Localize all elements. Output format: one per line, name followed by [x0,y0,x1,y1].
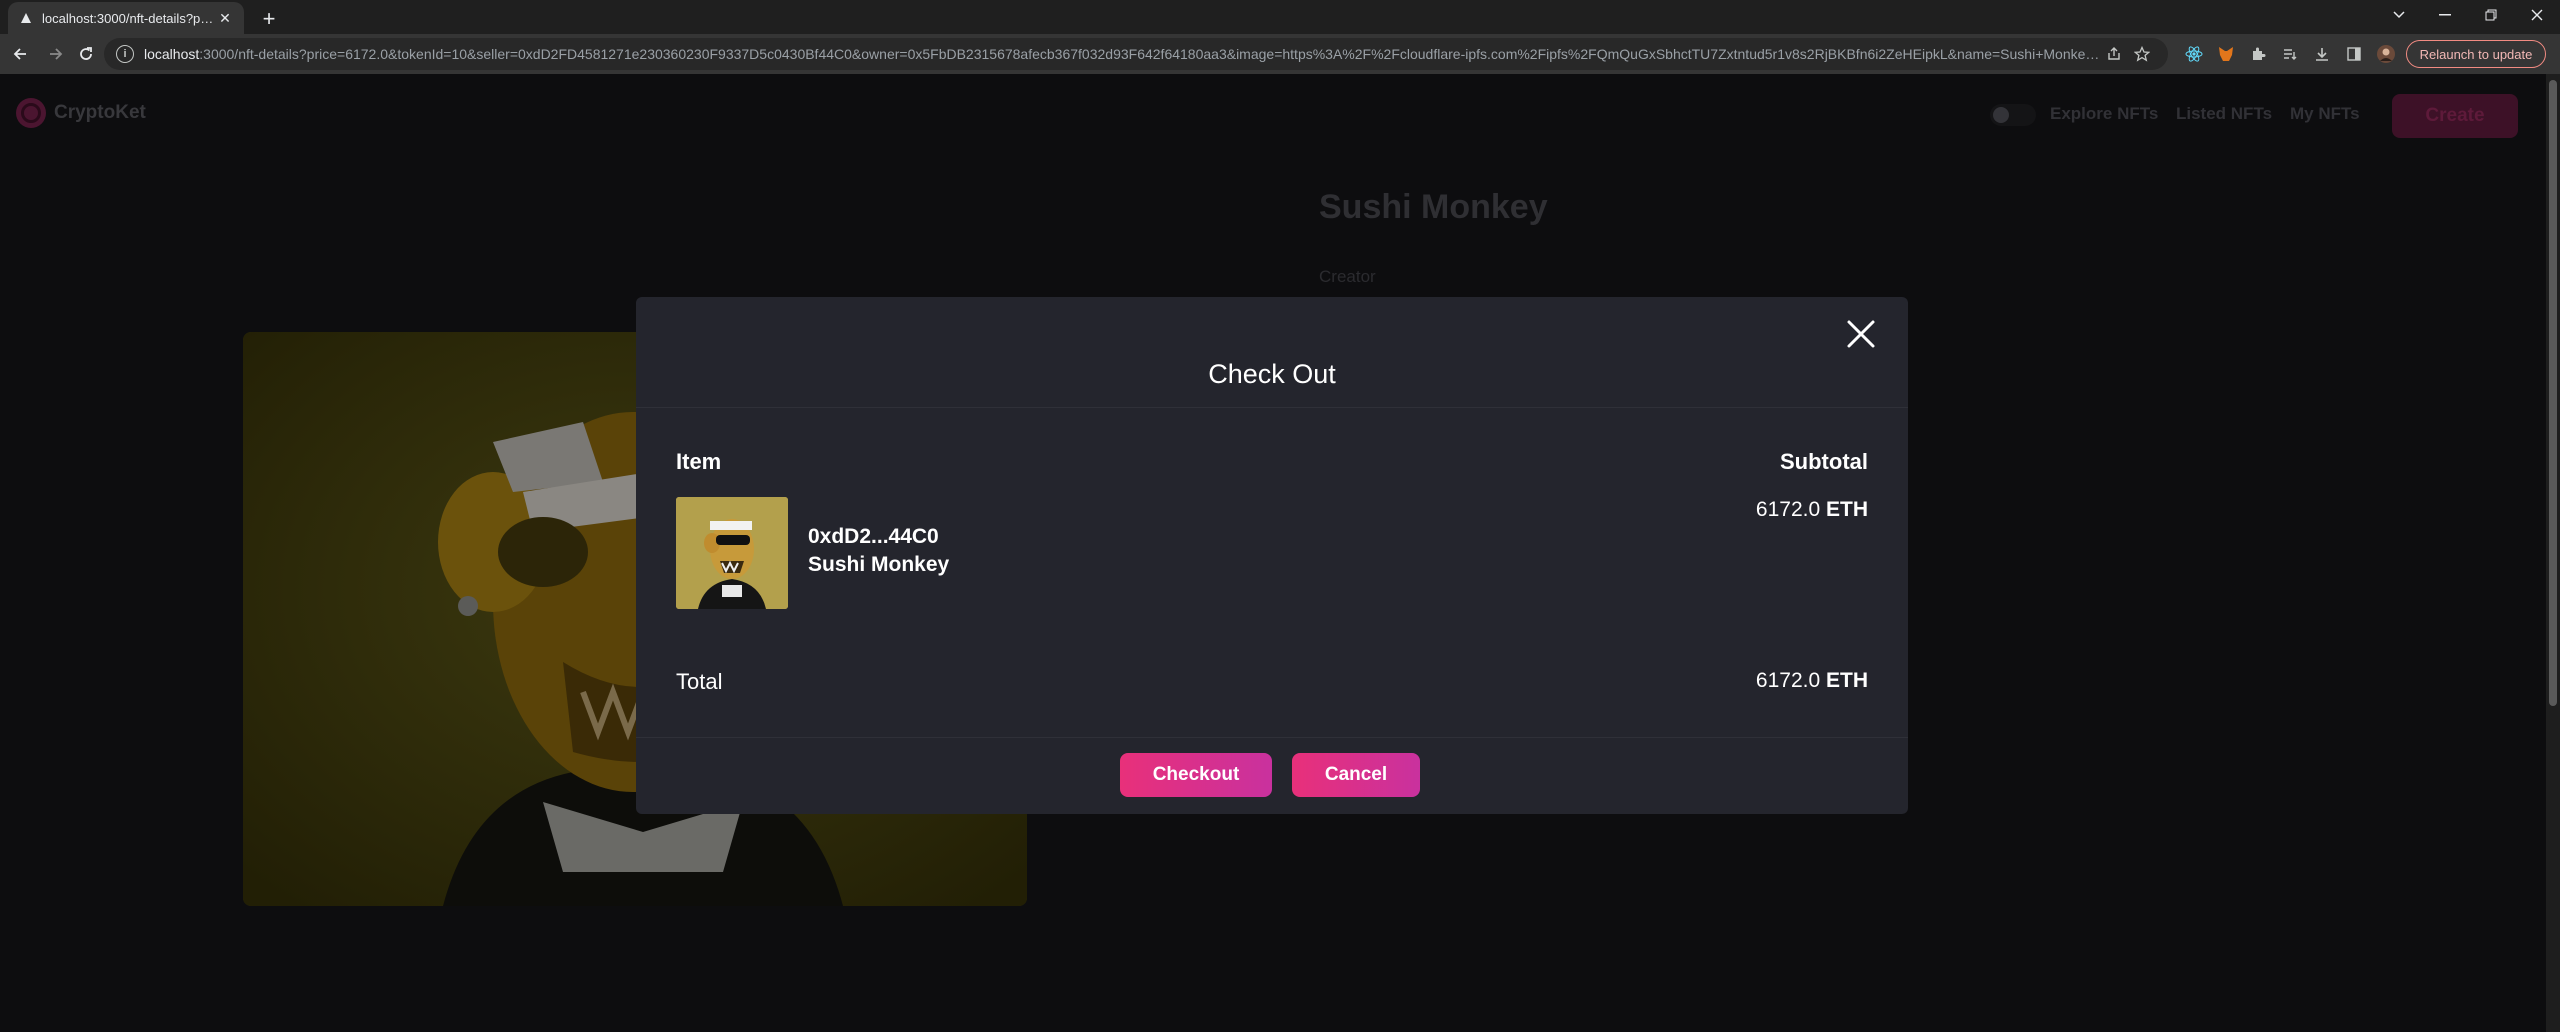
extensions-puzzle-icon[interactable] [2244,40,2272,68]
logo-text: CryptoKet [54,102,146,123]
metamask-icon[interactable] [2212,40,2240,68]
modal-title: Check Out [1208,359,1336,389]
site-logo[interactable]: CryptoKet [16,98,146,128]
browser-tab[interactable]: localhost:3000/nft-details?price= ✕ [8,2,244,34]
checkout-modal: Check Out Item Subtotal 0xdD2...44C0 Sus… [636,297,1908,814]
favicon-icon [18,10,34,26]
total-label: Total [676,669,723,694]
scrollbar-thumb[interactable] [2549,80,2557,706]
creator-label: Creator [1319,267,1376,286]
item-column-header: Item [676,449,722,474]
forward-icon[interactable] [42,40,70,68]
browser-toolbar: i localhost:3000/nft-details?price=6172.… [0,34,2560,74]
footer-divider [636,737,1908,738]
reload-icon[interactable] [72,40,100,68]
new-tab-icon[interactable]: + [256,6,282,32]
bookmark-star-icon[interactable] [2128,40,2156,68]
subtotal-price: 6172.0 ETH [1756,498,1868,522]
close-window-icon[interactable] [2514,0,2560,30]
total-currency: ETH [1826,669,1868,692]
theme-toggle[interactable] [1990,104,2036,126]
downloads-icon[interactable] [2308,40,2336,68]
item-name: Sushi Monkey [808,553,950,576]
logo-icon [16,98,46,128]
site-info-icon[interactable]: i [116,45,134,63]
checkout-button[interactable]: Checkout [1120,753,1272,797]
cancel-button[interactable]: Cancel [1292,753,1420,797]
nav-listed-nfts[interactable]: Listed NFTs [2176,104,2272,124]
profile-avatar-icon[interactable] [2372,40,2400,68]
nav-explore-nfts[interactable]: Explore NFTs [2050,104,2158,124]
nft-title: Sushi Monkey [1319,188,1548,226]
reading-list-icon[interactable] [2276,40,2304,68]
header-divider [636,407,1908,408]
nav-my-nfts[interactable]: My NFTs [2290,104,2360,124]
item-seller-address: 0xdD2...44C0 [808,525,939,548]
restore-icon[interactable] [2468,0,2514,30]
subtotal-column-header: Subtotal [1780,449,1868,474]
url-text[interactable]: localhost:3000/nft-details?price=6172.0&… [144,46,2100,62]
share-icon[interactable] [2100,40,2128,68]
create-button[interactable]: Create [2392,94,2518,138]
tab-title: localhost:3000/nft-details?price= [42,10,216,26]
close-icon[interactable] [1844,317,1878,351]
tab-search-icon[interactable] [2376,0,2422,30]
nft-thumbnail [676,497,788,609]
browser-tab-bar: localhost:3000/nft-details?price= ✕ + [0,0,2560,34]
tab-close-icon[interactable]: ✕ [216,9,234,27]
subtotal-amount: 6172.0 [1755,498,1821,521]
subtotal-currency: ETH [1826,498,1868,521]
back-icon[interactable] [6,40,34,68]
address-bar[interactable]: i localhost:3000/nft-details?price=6172.… [104,38,2168,70]
react-devtools-icon[interactable] [2180,40,2208,68]
side-panel-icon[interactable] [2340,40,2368,68]
minimize-icon[interactable] [2422,0,2468,30]
total-price: 6172.0 ETH [1756,669,1868,693]
total-amount: 6172.0 [1755,669,1821,692]
relaunch-button[interactable]: Relaunch to update [2406,40,2546,68]
